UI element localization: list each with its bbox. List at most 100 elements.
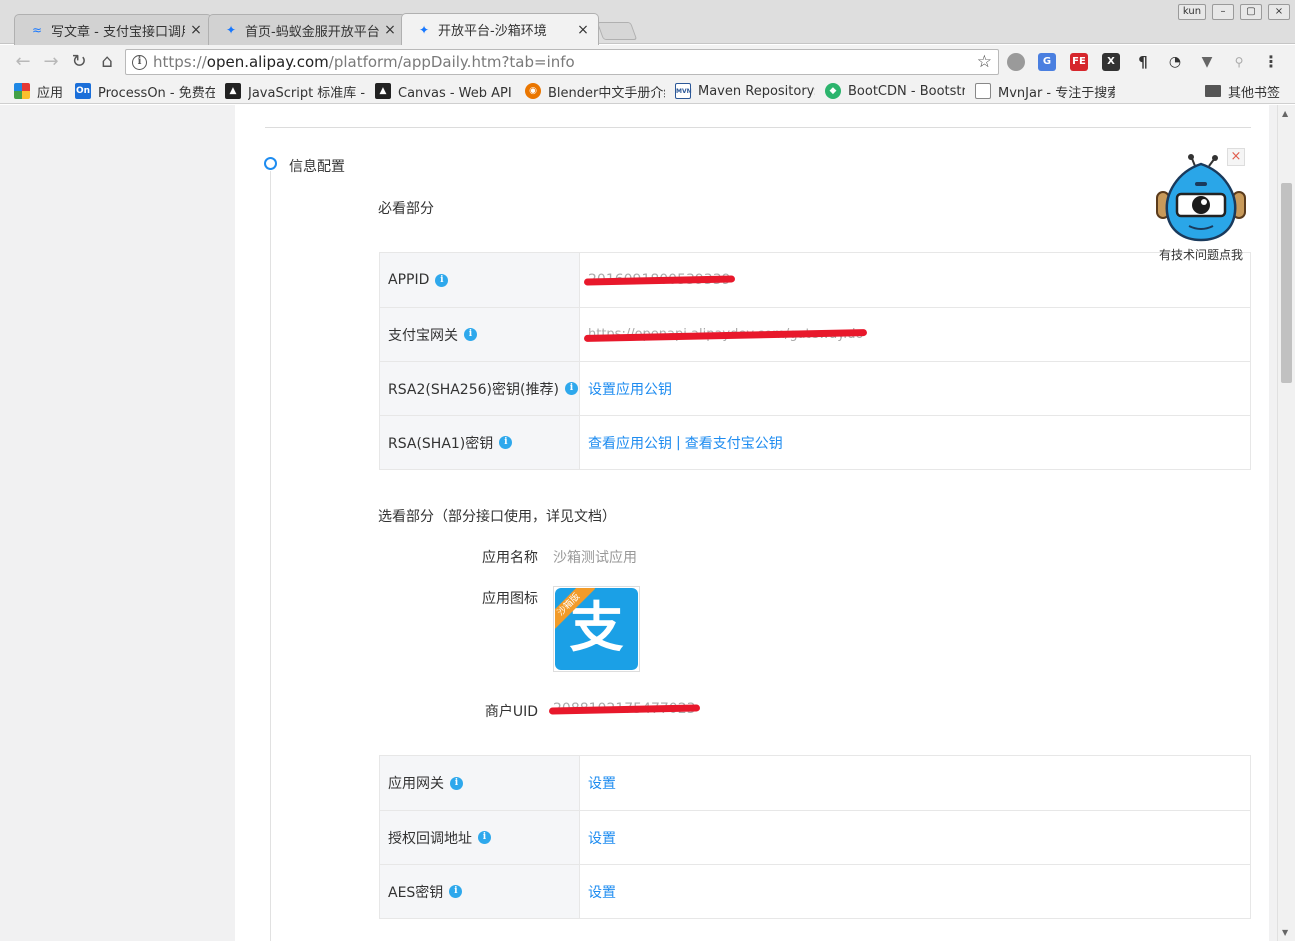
support-helper[interactable]: × 有技术问题点我 [1151, 148, 1271, 263]
scroll-up-icon[interactable]: ▲ [1282, 109, 1288, 118]
user-profile-button[interactable]: kun [1178, 4, 1206, 20]
info-icon[interactable]: i [450, 776, 463, 790]
timeline-dot-icon [264, 157, 277, 170]
required-config-table: APPIDi 2016091800539339 支付宝网关i https://o… [379, 252, 1251, 470]
page-scrollbar[interactable]: ▲ ▼ [1277, 105, 1295, 941]
dolphin-extension-icon[interactable]: ◔ [1166, 53, 1184, 71]
view-alipay-public-key-link[interactable]: 查看支付宝公钥 [685, 433, 783, 453]
bookmark-label: ProcessOn - 免费在线 [98, 85, 215, 101]
bookmark-label: BootCDN - Bootstrap [848, 83, 965, 99]
row-value: 设置 [580, 756, 1250, 810]
minimize-icon[interactable]: – [1212, 4, 1234, 20]
divider [265, 127, 1251, 128]
merchant-uid-label: 商户UID [484, 704, 538, 720]
bookmark-label: 应用 [37, 85, 64, 101]
bookmark-bootcdn[interactable]: ◆ BootCDN - Bootstrap [825, 82, 965, 100]
optional-config-table: 应用网关 i 设置 授权回调地址 i 设置 AES密钥 i 设置 [379, 755, 1251, 919]
bookmark-canvas[interactable]: ▲ Canvas - Web API 接 [375, 82, 515, 100]
menu-kebab-icon[interactable]: ⋮ [1262, 53, 1280, 71]
table-row-rsa2: RSA2(SHA256)密钥(推荐) i 设置应用公钥 [380, 361, 1250, 415]
info-icon[interactable]: i [478, 831, 491, 844]
back-arrow-icon[interactable]: ← [12, 51, 34, 73]
rsa2-value: 设置应用公钥 [580, 362, 1250, 415]
extension-circle-icon[interactable] [1007, 53, 1025, 71]
pilcrow-extension-icon[interactable]: ¶ [1134, 53, 1152, 71]
bookmark-processon[interactable]: On ProcessOn - 免费在线 [75, 82, 215, 100]
site-info-icon[interactable]: i [132, 54, 147, 70]
folder-icon [1205, 85, 1221, 97]
forward-arrow-icon[interactable]: → [40, 51, 62, 73]
app-name-label: 应用名称 [482, 550, 538, 566]
required-section-title: 必看部分 [378, 201, 434, 217]
help-text[interactable]: 有技术问题点我 [1159, 246, 1243, 263]
translate-extension-icon[interactable]: G [1038, 53, 1056, 71]
processon-icon: On [75, 83, 91, 99]
row-label: APPID i [380, 253, 580, 307]
other-bookmarks[interactable]: 其他书签 [1205, 82, 1280, 100]
close-icon[interactable]: × [189, 23, 203, 37]
maximize-icon[interactable]: ▢ [1240, 4, 1262, 20]
vue-extension-icon[interactable]: ▼ [1198, 53, 1216, 71]
row-label: 支付宝网关 i [380, 308, 580, 361]
scroll-down-icon[interactable]: ▼ [1282, 928, 1288, 937]
timeline-line [270, 171, 271, 941]
tab-title: 写文章 - 支付宝接口调用 [51, 24, 185, 40]
fe-extension-icon[interactable]: FE [1070, 53, 1088, 71]
merchant-uid-value: 2088102175477023 [548, 701, 700, 717]
bookmark-label: MvnJar - 专注于搜索 [998, 85, 1115, 101]
new-tab-button[interactable] [596, 22, 638, 40]
section-title: 信息配置 [289, 159, 345, 175]
rsa-value: 查看应用公钥 | 查看支付宝公钥 [580, 416, 1250, 469]
reload-icon[interactable]: ↻ [68, 51, 90, 73]
view-app-public-key-link[interactable]: 查看应用公钥 [588, 433, 672, 453]
appid-value: 2016091800539339 [580, 253, 1250, 307]
bookmark-maven[interactable]: MVN Maven Repository: S [675, 82, 815, 100]
bookmark-star-icon[interactable]: ☆ [977, 52, 992, 72]
info-icon[interactable]: i [464, 328, 477, 341]
home-icon[interactable]: ⌂ [96, 51, 118, 73]
page-icon [975, 83, 991, 99]
set-aes-key-link[interactable]: 设置 [588, 882, 616, 902]
set-app-public-key-link[interactable]: 设置应用公钥 [588, 379, 672, 399]
robot-mascot-icon[interactable] [1155, 154, 1247, 244]
row-value: 设置 [580, 865, 1250, 918]
table-row-app-gateway: 应用网关 i 设置 [380, 756, 1250, 810]
bookmark-blender[interactable]: ◉ Blender中文手册介绍 [525, 82, 665, 100]
tab-sandbox[interactable]: ✦ 开放平台-沙箱环境 × [401, 13, 599, 45]
bookmark-label: Blender中文手册介绍 [548, 85, 665, 101]
page-viewport: 信息配置 必看部分 APPIDi 2016091800539339 支付宝网关i… [0, 105, 1277, 941]
bookmark-mvnjar[interactable]: MvnJar - 专注于搜索 [975, 82, 1115, 100]
tree-extension-icon[interactable]: ⚲ [1230, 53, 1248, 71]
window-close-icon[interactable]: × [1268, 4, 1290, 20]
scrollbar-thumb[interactable] [1281, 183, 1292, 383]
table-row-auth-callback: 授权回调地址 i 设置 [380, 810, 1250, 864]
bookmark-label: Maven Repository: S [698, 83, 815, 99]
set-auth-callback-link[interactable]: 设置 [588, 828, 616, 848]
apps-grid-icon [14, 83, 30, 99]
ant-favicon-icon: ✦ [225, 23, 237, 37]
gateway-value: https://openapi.alipaydev.com/gateway.do [580, 308, 1250, 361]
info-icon[interactable]: i [435, 273, 449, 287]
info-icon[interactable]: i [564, 382, 578, 395]
link-separator: | [676, 434, 681, 451]
mdn-icon: ▲ [225, 83, 241, 99]
row-label: 应用网关 i [380, 756, 580, 810]
app-name-value: 沙箱测试应用 [553, 550, 637, 566]
row-label: 授权回调地址 i [380, 811, 580, 864]
close-icon[interactable]: × [383, 23, 397, 37]
bookmark-label: JavaScript 标准库 - J [248, 85, 365, 101]
csdn-favicon-icon: ≈ [31, 23, 43, 37]
close-icon[interactable]: × [576, 23, 590, 37]
ant-favicon-icon: ✦ [418, 22, 430, 37]
bookmark-apps[interactable]: 应用 [14, 82, 63, 100]
address-bar[interactable]: i https://open.alipay.com/platform/appDa… [125, 49, 999, 75]
row-label: RSA2(SHA256)密钥(推荐) i [380, 362, 580, 415]
bookmark-javascript[interactable]: ▲ JavaScript 标准库 - J [225, 82, 365, 100]
info-icon[interactable]: i [499, 436, 513, 449]
info-icon[interactable]: i [449, 885, 463, 898]
tab-write-article[interactable]: ≈ 写文章 - 支付宝接口调用 × [14, 14, 212, 45]
set-app-gateway-link[interactable]: 设置 [588, 773, 616, 793]
tab-antfin-home[interactable]: ✦ 首页-蚂蚁金服开放平台 × [208, 14, 406, 45]
x-extension-icon[interactable]: X [1102, 53, 1120, 71]
bookmark-label: Canvas - Web API 接 [398, 85, 515, 101]
